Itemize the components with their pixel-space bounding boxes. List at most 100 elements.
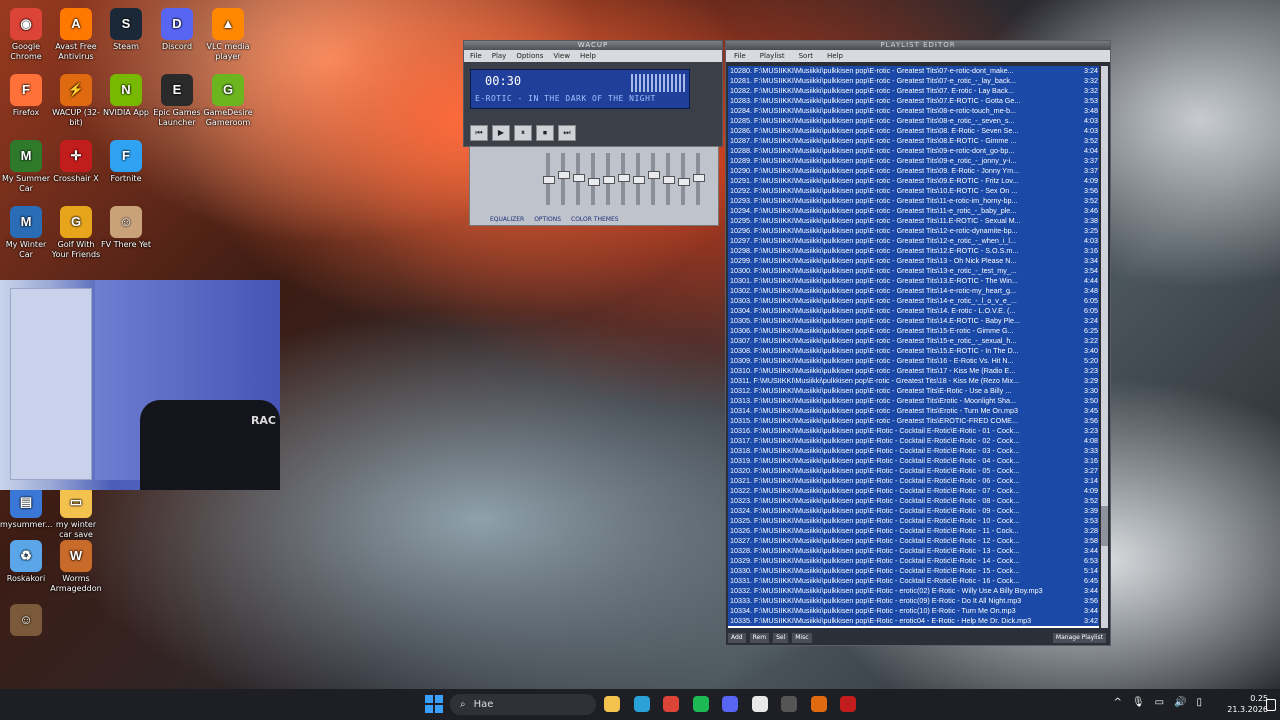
battery-icon[interactable]: ▯ [1196,697,1202,708]
playlist-row[interactable]: 10308. F:\MUSIIKKI\Musiikki\pulkkisen po… [728,346,1099,356]
desktop-icon[interactable]: G GameDesire Gameroom [202,74,254,128]
playlist-menu-item[interactable]: Sort [799,50,813,62]
playlist-footer-button[interactable]: Rem [749,633,770,643]
playlist-row[interactable]: 10330. F:\MUSIIKKI\Musiikki\pulkkisen po… [728,566,1099,576]
eq-slider[interactable] [693,153,705,205]
playlist-row[interactable]: 10314. F:\MUSIIKKI\Musiikki\pulkkisen po… [728,406,1099,416]
playlist-row[interactable]: 10293. F:\MUSIIKKI\Musiikki\pulkkisen po… [728,196,1099,206]
playlist-row[interactable]: 10324. F:\MUSIIKKI\Musiikki\pulkkisen po… [728,506,1099,516]
playlist-row[interactable]: 10316. F:\MUSIIKKI\Musiikki\pulkkisen po… [728,426,1099,436]
playlist-row[interactable]: 10301. F:\MUSIIKKI\Musiikki\pulkkisen po… [728,276,1099,286]
playlist-footer-button[interactable]: Manage Playlist [1052,633,1106,643]
playlist-row[interactable]: 10292. F:\MUSIIKKI\Musiikki\pulkkisen po… [728,186,1099,196]
playlist-row[interactable]: 10331. F:\MUSIIKKI\Musiikki\pulkkisen po… [728,576,1099,586]
epic-icon[interactable] [781,696,797,712]
eq-slider-knob[interactable] [618,174,630,182]
playback-button[interactable]: ▶ [492,125,510,141]
eq-slider[interactable] [663,153,675,205]
playlist-row[interactable]: 10325. F:\MUSIIKKI\Musiikki\pulkkisen po… [728,516,1099,526]
desktop-icon[interactable]: A Avast Free Antivirus [50,8,102,62]
eq-slider-knob[interactable] [603,176,615,184]
desktop-icon[interactable]: ▲ VLC media player [202,8,254,62]
desktop-icon[interactable]: S Steam [100,8,152,52]
playlist-row[interactable]: 10296. F:\MUSIIKKI\Musiikki\pulkkisen po… [728,226,1099,236]
playlist-row[interactable]: 10294. F:\MUSIIKKI\Musiikki\pulkkisen po… [728,206,1099,216]
playlist-list[interactable]: 10280. F:\MUSIIKKI\Musiikki\pulkkisen po… [728,66,1099,628]
eq-slider[interactable] [633,153,645,205]
playlist-row[interactable]: 10322. F:\MUSIIKKI\Musiikki\pulkkisen po… [728,486,1099,496]
eq-slider-knob[interactable] [573,174,585,182]
playlist-row[interactable]: 10287. F:\MUSIIKKI\Musiikki\pulkkisen po… [728,136,1099,146]
playlist-row[interactable]: 10291. F:\MUSIIKKI\Musiikki\pulkkisen po… [728,176,1099,186]
playlist-row[interactable]: 10298. F:\MUSIIKKI\Musiikki\pulkkisen po… [728,246,1099,256]
eq-slider-knob[interactable] [558,171,570,179]
eq-slider[interactable] [648,153,660,205]
playlist-row[interactable]: 10315. F:\MUSIIKKI\Musiikki\pulkkisen po… [728,416,1099,426]
playlist-row[interactable]: 10283. F:\MUSIIKKI\Musiikki\pulkkisen po… [728,96,1099,106]
desktop-icon[interactable]: ◉ Google Chrome [0,8,52,62]
desktop-icon[interactable]: ▤ mysummer... [0,486,52,530]
eq-tab[interactable]: OPTIONS [534,216,561,223]
eq-slider[interactable] [543,153,555,205]
playlist-row[interactable]: 10321. F:\MUSIIKKI\Musiikki\pulkkisen po… [728,476,1099,486]
playlist-row[interactable]: 10282. F:\MUSIIKKI\Musiikki\pulkkisen po… [728,86,1099,96]
playlist-scrollbar[interactable] [1101,66,1108,628]
playback-button[interactable]: ⏮ [470,125,488,141]
desktop-icon[interactable]: W Worms Armageddon [50,540,102,594]
playlist-row[interactable]: 10311. F:\MUSIIKKI\Musiikki\pulkkisen po… [728,376,1099,386]
playlist-row[interactable]: 10326. F:\MUSIIKKI\Musiikki\pulkkisen po… [728,526,1099,536]
network-icon[interactable]: ▭ [1155,697,1164,708]
playlist-row[interactable]: 10280. F:\MUSIIKKI\Musiikki\pulkkisen po… [728,66,1099,76]
playlist-row[interactable]: 10306. F:\MUSIIKKI\Musiikki\pulkkisen po… [728,326,1099,336]
winamp-time[interactable]: 00:30 [485,74,521,88]
eq-slider[interactable] [588,153,600,205]
playlist-row[interactable]: 10304. F:\MUSIIKKI\Musiikki\pulkkisen po… [728,306,1099,316]
desktop-icon[interactable]: ⚡ WACUP (32-bit) [50,74,102,128]
playlist-row[interactable]: 10290. F:\MUSIIKKI\Musiikki\pulkkisen po… [728,166,1099,176]
playlist-footer-button[interactable]: Add [728,633,746,643]
playlist-row[interactable]: 10310. F:\MUSIIKKI\Musiikki\pulkkisen po… [728,366,1099,376]
eq-slider-knob[interactable] [588,178,600,186]
eq-slider-knob[interactable] [693,174,705,182]
playlist-row[interactable]: 10281. F:\MUSIIKKI\Musiikki\pulkkisen po… [728,76,1099,86]
eq-slider-knob[interactable] [633,176,645,184]
playlist-row[interactable]: 10303. F:\MUSIIKKI\Musiikki\pulkkisen po… [728,296,1099,306]
windows-start-icon[interactable] [425,695,443,713]
eq-slider[interactable] [558,153,570,205]
playlist-row[interactable]: 10318. F:\MUSIIKKI\Musiikki\pulkkisen po… [728,446,1099,456]
playlist-title[interactable]: PLAYLIST EDITOR [726,41,1110,50]
playlist-row[interactable]: 10309. F:\MUSIIKKI\Musiikki\pulkkisen po… [728,356,1099,366]
playlist-menu-item[interactable]: Playlist [760,50,785,62]
volume-icon[interactable]: 🔊 [1174,697,1186,708]
desktop-icon[interactable]: D Discord [151,8,203,52]
playlist-row[interactable]: 10307. F:\MUSIIKKI\Musiikki\pulkkisen po… [728,336,1099,346]
desktop-icon[interactable]: N NVIDIA App [100,74,152,118]
playlist-row[interactable]: 10300. F:\MUSIIKKI\Musiikki\pulkkisen po… [728,266,1099,276]
chrome-icon[interactable] [663,696,679,712]
playlist-row[interactable]: 10288. F:\MUSIIKKI\Musiikki\pulkkisen po… [728,146,1099,156]
playlist-row[interactable]: 10317. F:\MUSIIKKI\Musiikki\pulkkisen po… [728,436,1099,446]
winamp-menu-item[interactable]: View [553,50,570,62]
playback-button[interactable]: ⏭ [558,125,576,141]
visualizer[interactable] [631,74,685,92]
playlist-row[interactable]: 10286. F:\MUSIIKKI\Musiikki\pulkkisen po… [728,126,1099,136]
playlist-row[interactable]: 10312. F:\MUSIIKKI\Musiikki\pulkkisen po… [728,386,1099,396]
chevron-up-icon[interactable]: ^ [1113,697,1121,708]
desktop-icon[interactable]: F Firefox [0,74,52,118]
playlist-row[interactable]: 10328. F:\MUSIIKKI\Musiikki\pulkkisen po… [728,546,1099,556]
playlist-row[interactable]: 10335. F:\MUSIIKKI\Musiikki\pulkkisen po… [728,616,1099,626]
eq-slider-knob[interactable] [663,176,675,184]
eq-slider-knob[interactable] [543,176,555,184]
playlist-editor[interactable]: PLAYLIST EDITOR File Playlist Sort Help 102… [725,40,1111,646]
playlist-row[interactable]: 10319. F:\MUSIIKKI\Musiikki\pulkkisen po… [728,456,1099,466]
winamp-main-window[interactable]: WACUP File Play Options View Help 00:30 E-RO… [463,40,723,147]
playlist-row[interactable]: 10329. F:\MUSIIKKI\Musiikki\pulkkisen po… [728,556,1099,566]
notifications-icon[interactable] [1266,699,1276,711]
file-explorer-icon[interactable] [604,696,620,712]
eq-slider[interactable] [573,153,585,205]
eq-slider-knob[interactable] [648,171,660,179]
playlist-scroll-thumb[interactable] [1101,506,1108,546]
eq-slider-knob[interactable] [678,178,690,186]
playback-button[interactable]: ⏸ [514,125,532,141]
winamp-menu-item[interactable]: Play [492,50,507,62]
